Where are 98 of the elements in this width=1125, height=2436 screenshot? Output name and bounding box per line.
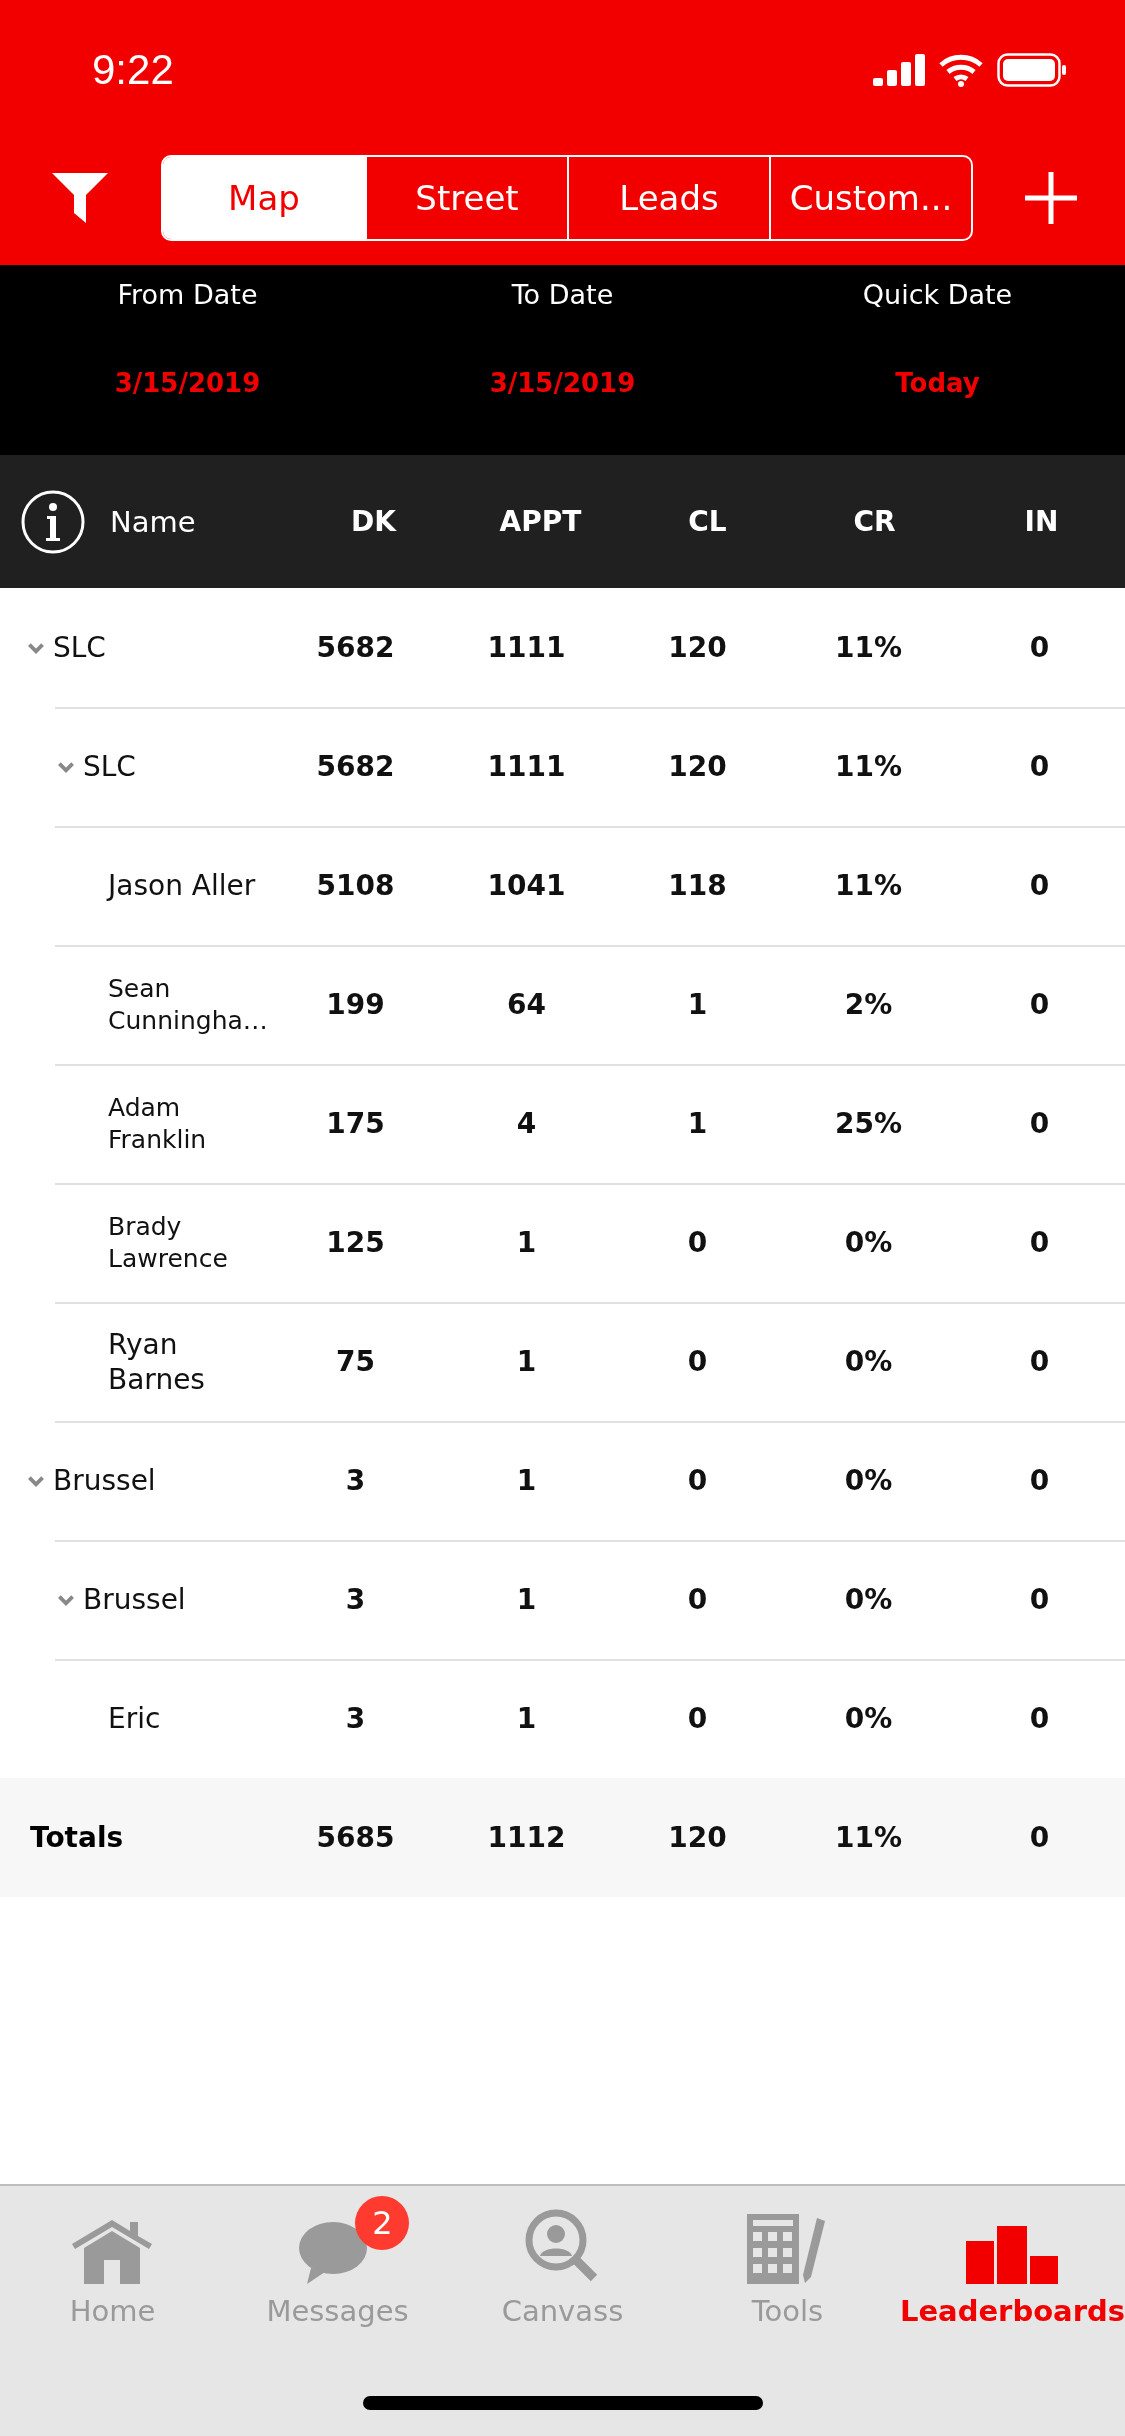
row-name: SLC — [53, 630, 106, 665]
table-cell: 1112 — [487, 1821, 566, 1854]
table-cell: 4 — [516, 1107, 537, 1140]
segment-tab[interactable]: Custom... — [769, 157, 971, 239]
table-cell: 1 — [687, 988, 708, 1021]
battery-icon — [997, 53, 1067, 87]
table-cell: 0 — [1029, 1821, 1050, 1854]
row-name: Adam Franklin — [108, 1092, 208, 1155]
table-cell: 1111 — [487, 750, 566, 783]
table-cell: 11% — [835, 750, 902, 783]
date-label: From Date — [117, 279, 258, 310]
status-time: 9:22 — [92, 46, 174, 94]
tab-bar-item[interactable]: Home — [0, 2194, 225, 2328]
row-name: SLC — [83, 749, 136, 784]
table-cell: 0% — [844, 1226, 893, 1259]
table-cell: 3 — [345, 1583, 366, 1616]
table-cell: 118 — [668, 869, 727, 902]
wifi-icon — [939, 53, 983, 87]
table-cell: 0 — [1029, 988, 1050, 1021]
table-cell: 0 — [687, 1702, 708, 1735]
table-cell: 0% — [844, 1464, 893, 1497]
table-cell: 0% — [844, 1702, 893, 1735]
table-cell: 2% — [844, 988, 893, 1021]
date-value[interactable]: 3/15/2019 — [489, 368, 636, 398]
row-name: Eric — [108, 1701, 162, 1736]
table-cell: 1111 — [487, 631, 566, 664]
tab-bar-item[interactable]: Leaderboards — [899, 2194, 1125, 2328]
table-cell: 75 — [336, 1345, 375, 1378]
calculator-pencil-icon — [747, 2214, 828, 2284]
column-header: APPT — [499, 505, 582, 538]
table-cell: 0 — [1029, 1583, 1050, 1616]
date-value[interactable]: Today — [895, 368, 980, 398]
table-cell: 1 — [687, 1107, 708, 1140]
table-cell: 0 — [1029, 1702, 1050, 1735]
table-cell: 0 — [687, 1464, 708, 1497]
table-cell: 125 — [326, 1226, 385, 1259]
table-cell: 11% — [835, 1821, 902, 1854]
row-name: Brussel — [53, 1463, 156, 1498]
row-name: Sean Cunningha… — [108, 973, 266, 1036]
table-cell: 1 — [516, 1345, 537, 1378]
tab-bar-item[interactable]: Tools — [674, 2194, 900, 2328]
tab-bar-item[interactable]: Canvass — [450, 2194, 675, 2328]
segment-tab[interactable]: Street — [365, 157, 567, 239]
date-label: To Date — [511, 279, 614, 310]
add-icon[interactable] — [1025, 172, 1077, 224]
table-cell: 11% — [835, 869, 902, 902]
table-cell: 5108 — [316, 869, 395, 902]
table-cell: 0 — [687, 1226, 708, 1259]
column-header: CL — [688, 505, 727, 538]
table-cell: 1041 — [487, 869, 566, 902]
filter-icon[interactable] — [52, 173, 108, 223]
table-cell: 120 — [668, 750, 727, 783]
table-cell: 1 — [516, 1702, 537, 1735]
segment-tab[interactable]: Map — [163, 157, 365, 239]
table-cell: 0 — [1029, 750, 1050, 783]
column-header: DK — [351, 505, 396, 538]
row-name: Ryan Barnes — [108, 1326, 206, 1397]
home-icon — [72, 2218, 153, 2284]
table-cell: 0 — [1029, 631, 1050, 664]
table-cell: 11% — [835, 631, 902, 664]
tab-bar-item[interactable]: Messages 2 — [225, 2194, 450, 2328]
table-cell: 120 — [668, 631, 727, 664]
bar-chart-icon — [966, 2226, 1059, 2284]
column-header: IN — [1024, 505, 1059, 538]
table-cell: 0% — [844, 1345, 893, 1378]
totals-label: Totals — [29, 1821, 125, 1854]
table-cell: 5682 — [316, 631, 395, 664]
segment-tab[interactable]: Leads — [567, 157, 769, 239]
table-cell: 3 — [345, 1702, 366, 1735]
table-cell: 1 — [516, 1226, 537, 1259]
table-cell: 175 — [326, 1107, 385, 1140]
table-cell: 1 — [516, 1464, 537, 1497]
table-cell: 0% — [844, 1583, 893, 1616]
table-cell: 1 — [516, 1583, 537, 1616]
table-cell: 0 — [1029, 1345, 1050, 1378]
date-value[interactable]: 3/15/2019 — [114, 368, 261, 398]
column-header: CR — [853, 505, 896, 538]
table-cell: 5685 — [316, 1821, 395, 1854]
table-cell: 0 — [1029, 1107, 1050, 1140]
row-name: Brady Lawrence — [108, 1211, 229, 1274]
table-cell: 64 — [507, 988, 546, 1021]
date-label: Quick Date — [862, 279, 1013, 310]
signal-icon — [873, 54, 925, 86]
table-cell: 0 — [1029, 1226, 1050, 1259]
column-header: Name — [110, 504, 196, 539]
table-cell: 199 — [326, 988, 385, 1021]
row-name: Jason Aller — [108, 868, 257, 903]
table-cell: 25% — [835, 1107, 902, 1140]
info-icon[interactable] — [20, 488, 86, 555]
table-cell: 0 — [1029, 869, 1050, 902]
table-cell: 3 — [345, 1464, 366, 1497]
row-name: Brussel — [83, 1582, 186, 1617]
notification-badge: 2 — [355, 2196, 410, 2250]
table-cell: 0 — [687, 1345, 708, 1378]
table-cell: 120 — [668, 1821, 727, 1854]
table-cell: 5682 — [316, 750, 395, 783]
table-cell: 0 — [1029, 1464, 1050, 1497]
table-cell: 0 — [687, 1583, 708, 1616]
